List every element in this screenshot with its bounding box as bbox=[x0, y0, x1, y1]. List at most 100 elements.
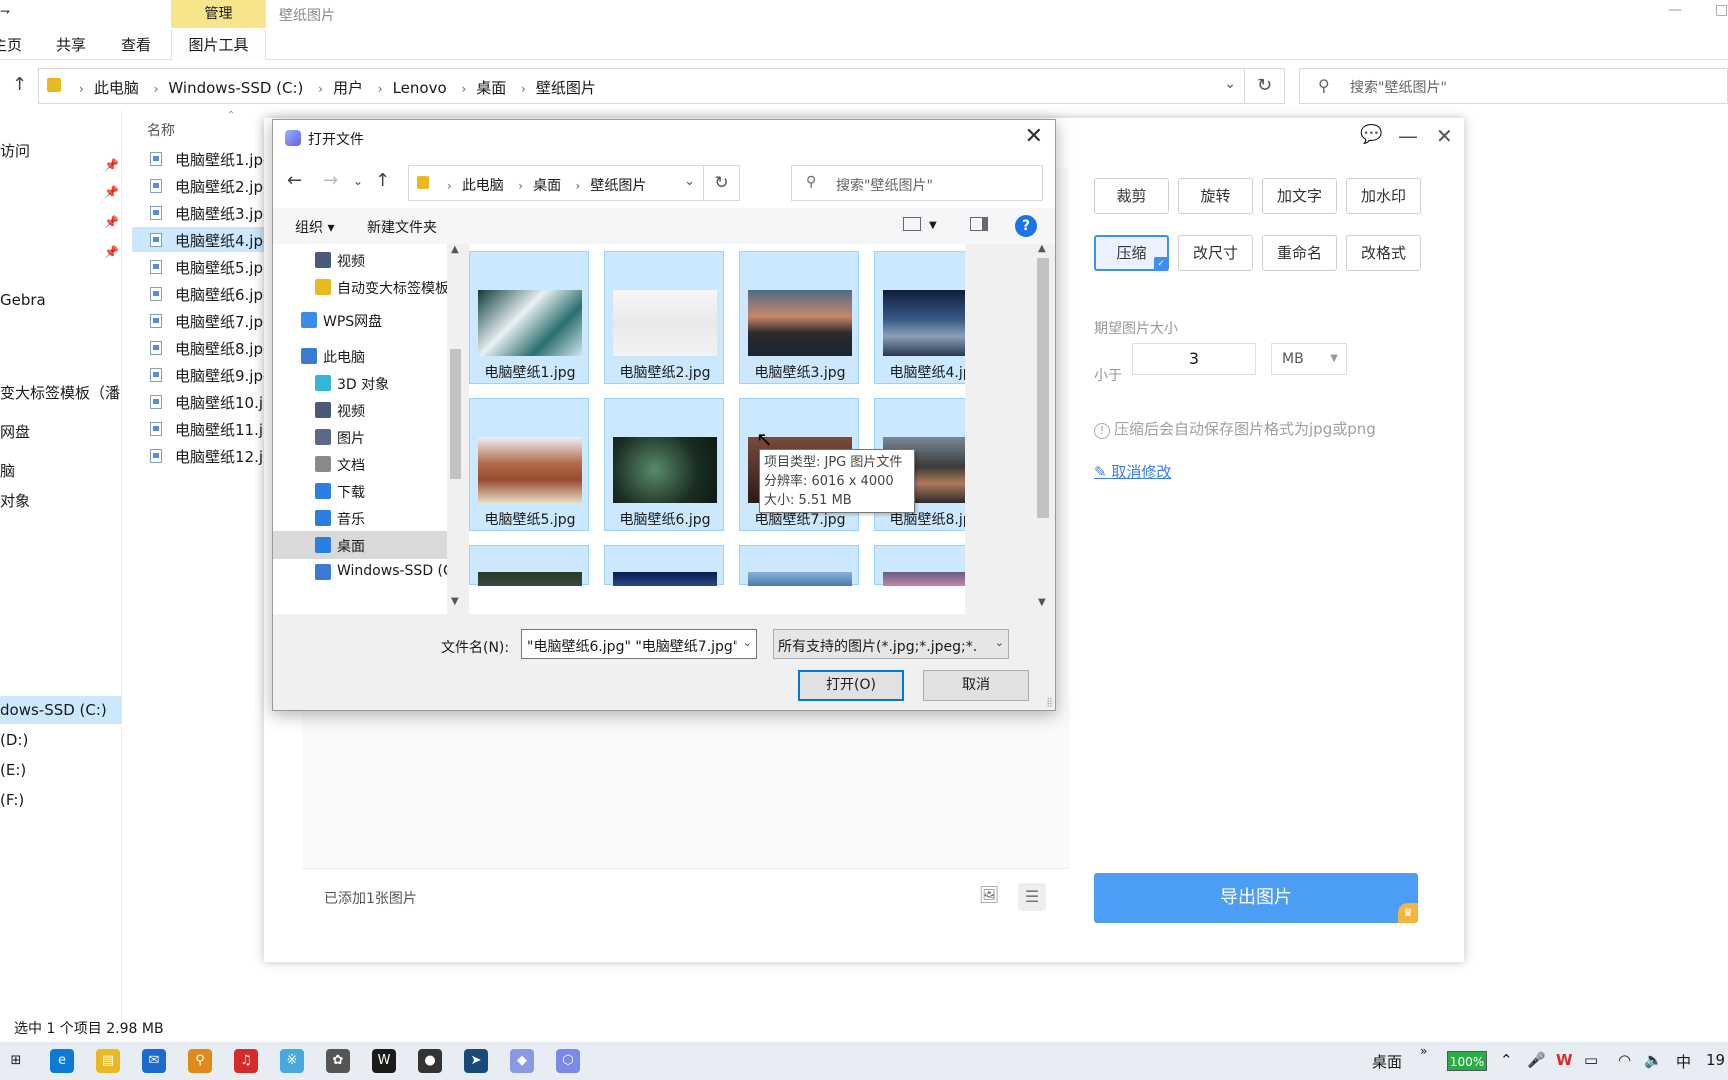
scroll-thumb[interactable] bbox=[450, 349, 461, 479]
view-options-icon[interactable] bbox=[903, 217, 921, 231]
battery-tray-icon[interactable]: ▭ bbox=[1584, 1051, 1598, 1069]
tree-item[interactable]: 自动变大标签模板 bbox=[273, 273, 447, 301]
nav-item[interactable]: (D:) bbox=[0, 731, 28, 749]
resize-grip-icon[interactable]: ⣿ bbox=[1046, 698, 1053, 708]
list-view-icon[interactable]: ☰ bbox=[1018, 883, 1046, 911]
sort-arrow-icon[interactable]: ⌃ bbox=[227, 110, 235, 121]
pin-icon[interactable]: 📌 bbox=[104, 245, 119, 259]
rename-button[interactable]: 重命名 bbox=[1262, 235, 1337, 271]
tree-item[interactable]: 下载 bbox=[273, 477, 447, 505]
tab-home[interactable]: 主页 bbox=[0, 34, 22, 55]
unit-select[interactable]: MB ▼ bbox=[1271, 343, 1347, 375]
cancel-button[interactable]: 取消 bbox=[923, 670, 1029, 701]
tree-item[interactable]: 图片 bbox=[273, 423, 447, 451]
app-11-icon[interactable]: ◆ bbox=[510, 1049, 534, 1073]
crumb[interactable]: 此电脑 bbox=[94, 79, 139, 97]
thumbnail-item[interactable]: 电脑壁纸5.jpg bbox=[469, 398, 589, 531]
app-9-icon[interactable]: ● bbox=[418, 1049, 442, 1073]
tree-item[interactable]: 视频 bbox=[273, 246, 447, 274]
crumb[interactable]: 桌面 bbox=[476, 79, 506, 97]
dialog-search-input[interactable]: ⚲ 搜索"壁纸图片" bbox=[791, 165, 1043, 201]
up-arrow-icon[interactable]: ↑ bbox=[12, 74, 27, 95]
feedback-icon[interactable]: 💬 bbox=[1360, 124, 1382, 145]
app-7-icon[interactable]: ✿ bbox=[326, 1049, 350, 1073]
filename-input[interactable]: "电脑壁纸6.jpg" "电脑壁纸7.jpg" " ⌄ bbox=[521, 629, 757, 659]
thumbnail-item[interactable]: 电脑壁纸4.jpg bbox=[874, 251, 965, 384]
desktop-toolbar[interactable]: 桌面 bbox=[1372, 1051, 1402, 1072]
netease-music-icon[interactable]: ♫ bbox=[234, 1049, 258, 1073]
file-row[interactable]: 电脑壁纸5.jpg bbox=[132, 254, 272, 279]
add-text-button[interactable]: 加文字 bbox=[1262, 178, 1337, 214]
thumbnail-item[interactable] bbox=[739, 545, 859, 586]
quick-access-arrow-icon[interactable]: ⇁ bbox=[0, 4, 10, 18]
edge-icon[interactable]: e bbox=[50, 1049, 74, 1073]
crop-button[interactable]: 裁剪 bbox=[1094, 178, 1169, 214]
tree-item[interactable]: 3D 对象 bbox=[273, 369, 447, 397]
file-row[interactable]: 电脑壁纸6.jpg bbox=[132, 281, 272, 306]
wifi-icon[interactable]: ◠ bbox=[1618, 1051, 1631, 1069]
tab-picture-tools[interactable]: 图片工具 bbox=[171, 30, 266, 60]
scroll-down-icon[interactable]: ▼ bbox=[1038, 597, 1046, 608]
column-header-name[interactable]: 名称 bbox=[147, 120, 175, 140]
file-row[interactable]: 电脑壁纸8.jpg bbox=[132, 335, 272, 360]
size-value-input[interactable]: 3 bbox=[1132, 343, 1256, 375]
mail-icon[interactable]: ✉ bbox=[142, 1049, 166, 1073]
file-row[interactable]: 电脑壁纸3.jpg bbox=[132, 200, 272, 225]
tree-item[interactable]: 此电脑 bbox=[273, 342, 447, 370]
cancel-edit-link[interactable]: ✎ 取消修改 bbox=[1094, 461, 1171, 482]
file-row[interactable]: 电脑壁纸2.jpg bbox=[132, 173, 272, 198]
image-tool-icon[interactable]: ⬡ bbox=[556, 1049, 580, 1073]
refresh-icon[interactable]: ↻ bbox=[704, 165, 740, 201]
file-row[interactable]: 电脑壁纸11.jpg bbox=[132, 416, 272, 441]
search-app-icon[interactable]: ⚲ bbox=[188, 1049, 212, 1073]
help-icon[interactable]: ? bbox=[1015, 215, 1037, 237]
open-button[interactable]: 打开(O) bbox=[798, 670, 904, 701]
image-view-icon[interactable]: 🖼 bbox=[978, 885, 1000, 907]
thumbnail-item[interactable] bbox=[874, 545, 965, 586]
thumbnail-item[interactable]: 电脑壁纸1.jpg bbox=[469, 251, 589, 384]
new-folder-button[interactable]: 新建文件夹 bbox=[367, 217, 437, 237]
nav-item[interactable]: Gebra bbox=[0, 291, 46, 309]
preview-pane-icon[interactable] bbox=[970, 217, 988, 231]
tree-item[interactable]: Windows-SSD (C:) bbox=[273, 558, 447, 586]
file-explorer-icon[interactable]: ▤ bbox=[96, 1049, 120, 1073]
tree-item[interactable]: WPS网盘 bbox=[273, 306, 447, 334]
back-arrow-icon[interactable]: ← bbox=[287, 170, 302, 191]
minimize-icon[interactable]: — bbox=[1398, 124, 1418, 148]
tree-item[interactable]: 音乐 bbox=[273, 504, 447, 532]
thumbnail-item[interactable] bbox=[469, 545, 589, 586]
expand-toolbar-icon[interactable]: » bbox=[1420, 1044, 1427, 1058]
pin-icon[interactable]: 📌 bbox=[104, 158, 119, 172]
recent-dropdown-icon[interactable]: ⌄ bbox=[353, 174, 363, 188]
filetype-select[interactable]: 所有支持的图片(*.jpg;*.jpeg;*. ⌄ bbox=[773, 629, 1009, 659]
microphone-icon[interactable]: 🎤 bbox=[1527, 1051, 1546, 1069]
thumbnail-item[interactable]: 电脑壁纸2.jpg bbox=[604, 251, 724, 384]
tree-item[interactable]: 桌面 bbox=[273, 531, 447, 559]
file-row[interactable]: 电脑壁纸7.jpg bbox=[132, 308, 272, 333]
scroll-up-icon[interactable]: ▲ bbox=[1038, 243, 1046, 254]
scroll-up-icon[interactable]: ▲ bbox=[451, 244, 459, 255]
file-row[interactable]: 电脑壁纸10.jpg bbox=[132, 389, 272, 414]
chevron-down-icon[interactable]: ⌄ bbox=[684, 174, 695, 189]
thumbnail-item[interactable] bbox=[604, 545, 724, 586]
add-watermark-button[interactable]: 加水印 bbox=[1346, 178, 1421, 214]
up-arrow-icon[interactable]: ↑ bbox=[375, 170, 390, 191]
thumbnail-item[interactable]: 电脑壁纸6.jpg bbox=[604, 398, 724, 531]
address-bar[interactable]: › 此电脑 › Windows-SSD (C:) › 用户 › Lenovo › 桌面 ›… bbox=[38, 68, 1245, 104]
export-button[interactable]: 导出图片 ♛ bbox=[1094, 873, 1418, 923]
battery-icon[interactable]: 100% bbox=[1447, 1051, 1487, 1071]
dialog-address-bar[interactable]: › 此电脑 › 桌面 › 壁纸图片 ⌄ bbox=[408, 165, 704, 201]
crumb[interactable]: Lenovo bbox=[393, 79, 447, 97]
compress-button[interactable]: 压缩 bbox=[1094, 235, 1169, 271]
tree-item[interactable]: 文档 bbox=[273, 450, 447, 478]
crumb[interactable]: 壁纸图片 bbox=[590, 178, 646, 194]
resize-button[interactable]: 改尺寸 bbox=[1178, 235, 1253, 271]
chevron-up-icon[interactable]: ⌃ bbox=[1500, 1051, 1513, 1069]
nav-item[interactable]: (F:) bbox=[0, 791, 24, 809]
telegram-icon[interactable]: ➤ bbox=[464, 1049, 488, 1073]
task-view-icon[interactable]: ⊞ bbox=[4, 1049, 28, 1073]
maximize-icon[interactable]: □ bbox=[1715, 2, 1728, 18]
app-6-icon[interactable]: ※ bbox=[280, 1049, 304, 1073]
wps-icon[interactable]: W bbox=[372, 1049, 396, 1073]
nav-item[interactable]: 访问 bbox=[0, 140, 30, 161]
